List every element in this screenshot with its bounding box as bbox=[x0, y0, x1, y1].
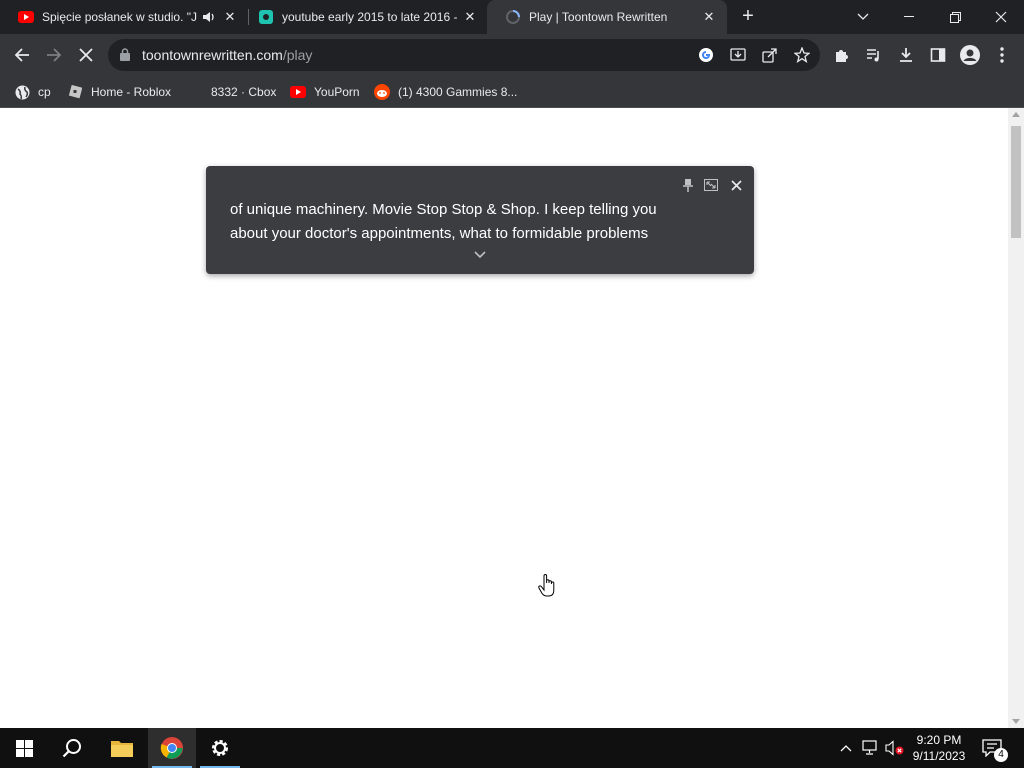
loading-icon bbox=[505, 9, 521, 25]
restore-icon[interactable] bbox=[932, 0, 978, 34]
bookmark-star-icon[interactable] bbox=[790, 43, 814, 67]
minimize-icon[interactable] bbox=[886, 0, 932, 34]
scrollbar-thumb[interactable] bbox=[1011, 126, 1021, 238]
gear-icon bbox=[212, 740, 228, 756]
close-icon[interactable] bbox=[978, 0, 1024, 34]
pin-icon[interactable] bbox=[679, 176, 697, 194]
clock-time: 9:20 PM bbox=[916, 733, 962, 747]
install-app-icon[interactable] bbox=[726, 43, 750, 67]
download-icon[interactable] bbox=[890, 39, 922, 71]
page-content[interactable]: of unique machinery. Movie Stop Stop & S… bbox=[0, 108, 1008, 728]
toolbar: toontownrewritten.com/play bbox=[0, 34, 1024, 76]
menu-icon[interactable] bbox=[986, 39, 1018, 71]
start-button[interactable] bbox=[0, 728, 48, 768]
caption-line: about your doctor's appointments, what t… bbox=[230, 225, 649, 242]
chrome-icon bbox=[160, 737, 183, 759]
scroll-up-arrow-icon[interactable] bbox=[1012, 112, 1020, 117]
url-text: toontownrewritten.com/play bbox=[142, 47, 312, 63]
scroll-down-arrow-icon[interactable] bbox=[1012, 719, 1020, 724]
back-icon[interactable] bbox=[6, 39, 38, 71]
live-caption-panel: of unique machinery. Movie Stop Stop & S… bbox=[206, 166, 754, 274]
system-clock[interactable]: 9:20 PM 9/11/2023 bbox=[906, 732, 972, 764]
share-icon[interactable] bbox=[758, 43, 782, 67]
google-lens-icon[interactable] bbox=[694, 43, 718, 67]
volume-muted-icon[interactable] bbox=[884, 728, 906, 768]
tab-title: Spięcie posłanek w studio. "J bbox=[42, 10, 198, 24]
vertical-scrollbar[interactable] bbox=[1008, 108, 1024, 728]
profile-avatar-icon[interactable] bbox=[954, 39, 986, 71]
taskbar: 9:20 PM 9/11/2023 4 bbox=[0, 728, 1024, 768]
bookmark-label: cp bbox=[38, 85, 51, 99]
app-icon bbox=[258, 9, 274, 25]
address-bar[interactable]: toontownrewritten.com/play bbox=[108, 39, 820, 71]
forward-icon[interactable] bbox=[38, 39, 70, 71]
clock-date: 9/11/2023 bbox=[912, 749, 966, 763]
bookmark-cbox[interactable]: 8332 · Cbox bbox=[187, 82, 276, 102]
close-tab-icon[interactable]: ✕ bbox=[220, 7, 240, 27]
blank-icon bbox=[187, 84, 203, 100]
stop-loading-icon[interactable] bbox=[70, 39, 102, 71]
tab-title: Play | Toontown Rewritten bbox=[529, 10, 668, 24]
tab-title: youtube early 2015 to late 2016 - bbox=[282, 10, 458, 24]
expand-panel-icon[interactable] bbox=[702, 176, 720, 194]
url-path: /play bbox=[282, 47, 313, 63]
bookmark-label: 8332 · Cbox bbox=[211, 85, 277, 99]
tab-strip: Spięcie posłanek w studio. "J ✕ youtube … bbox=[0, 0, 1024, 34]
file-explorer-button[interactable] bbox=[98, 728, 146, 768]
reddit-icon bbox=[374, 84, 390, 100]
bookmark-label: (1) 4300 Gammies 8... bbox=[398, 85, 518, 99]
youtube-icon bbox=[18, 9, 34, 25]
bookmark-label: YouPorn bbox=[314, 85, 360, 99]
tab-search-icon[interactable] bbox=[840, 0, 886, 34]
folder-icon bbox=[111, 741, 133, 757]
roblox-icon bbox=[67, 84, 83, 100]
bookmark-label: Home - Roblox bbox=[91, 85, 172, 99]
new-tab-button[interactable]: + bbox=[736, 5, 760, 29]
notification-count-badge: 4 bbox=[994, 748, 1008, 762]
media-control-icon[interactable] bbox=[858, 39, 890, 71]
tab-3-active[interactable]: Play | Toontown Rewritten ✕ bbox=[487, 0, 727, 34]
close-tab-icon[interactable]: ✕ bbox=[460, 7, 480, 27]
speaker-icon[interactable] bbox=[200, 8, 218, 26]
url-domain: toontownrewritten.com bbox=[142, 47, 283, 63]
bookmark-cp[interactable]: cp bbox=[14, 82, 51, 102]
search-button[interactable] bbox=[48, 728, 96, 768]
bookmark-reddit[interactable]: (1) 4300 Gammies 8... bbox=[374, 82, 517, 102]
close-caption-icon[interactable] bbox=[727, 176, 745, 194]
windows-icon bbox=[15, 739, 33, 757]
lock-icon[interactable] bbox=[120, 48, 130, 66]
caption-text: of unique machinery. Movie Stop Stop & S… bbox=[230, 198, 730, 246]
tab-2[interactable]: youtube early 2015 to late 2016 - ✕ bbox=[240, 0, 488, 34]
extensions-icon[interactable] bbox=[826, 39, 858, 71]
close-tab-icon[interactable]: ✕ bbox=[699, 7, 719, 27]
chrome-taskbar-button[interactable] bbox=[148, 728, 196, 768]
network-icon[interactable] bbox=[860, 728, 882, 768]
caption-line: of unique machinery. Movie Stop Stop & S… bbox=[230, 201, 657, 218]
chevron-down-icon[interactable] bbox=[472, 248, 488, 262]
settings-taskbar-button[interactable] bbox=[196, 728, 244, 768]
chevron-up-icon[interactable] bbox=[836, 728, 856, 768]
tab-1[interactable]: Spięcie posłanek w studio. "J ✕ bbox=[0, 0, 248, 34]
side-panel-icon[interactable] bbox=[922, 39, 954, 71]
youtube-red-icon bbox=[290, 84, 306, 100]
bookmarks-bar: cp Home - Roblox 8332 · Cbox YouPorn (1)… bbox=[0, 76, 1024, 108]
search-icon bbox=[62, 739, 81, 758]
globe-icon bbox=[14, 84, 30, 100]
bookmark-home-roblox[interactable]: Home - Roblox bbox=[67, 82, 171, 102]
bookmark-youporn[interactable]: YouPorn bbox=[290, 82, 360, 102]
hand-cursor-icon bbox=[538, 573, 556, 603]
